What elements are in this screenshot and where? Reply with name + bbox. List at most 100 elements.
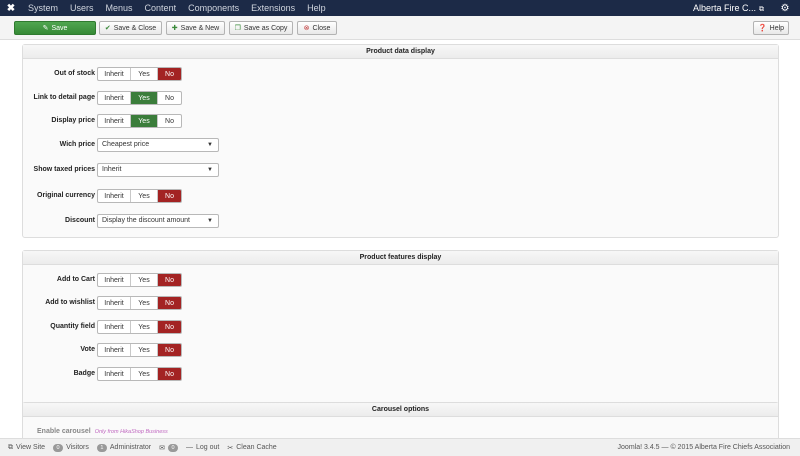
administrator-status[interactable]: 1 Administrator (96, 443, 152, 452)
vote-toggle[interactable]: Inherit Yes No (97, 343, 182, 357)
close-circle-icon: ⊗ (303, 25, 310, 32)
toggle-yes[interactable]: Yes (131, 274, 158, 286)
save-copy-button[interactable]: ❐ Save as Copy (229, 21, 293, 35)
administrator-label: Administrator (109, 444, 152, 451)
out-of-stock-toggle[interactable]: Inherit Yes No (97, 67, 182, 81)
envelope-icon: ✉ (159, 444, 165, 452)
menu-users[interactable]: Users (64, 0, 100, 16)
toggle-no[interactable]: No (158, 115, 181, 127)
row-add-to-wishlist: Add to wishlist Inherit Yes No (23, 296, 778, 310)
menu-help[interactable]: Help (301, 0, 332, 16)
product-features-title: Product features display (23, 251, 778, 265)
save-close-button[interactable]: ✔ Save & Close (99, 21, 162, 35)
display-price-toggle[interactable]: Inherit Yes No (97, 114, 182, 128)
menu-content[interactable]: Content (139, 0, 183, 16)
row-which-price: Wich price Cheapest price ▼ (23, 138, 778, 152)
quantity-field-label: Quantity field (50, 323, 95, 330)
toggle-no[interactable]: No (158, 274, 181, 286)
product-data-title: Product data display (23, 45, 778, 59)
toggle-no[interactable]: No (158, 368, 181, 380)
discount-select[interactable]: Display the discount amount ▼ (97, 214, 219, 228)
toggle-no[interactable]: No (158, 344, 181, 356)
row-badge: Badge Inherit Yes No (23, 367, 778, 381)
visitors-count-badge: 0 (53, 443, 64, 452)
view-site-link[interactable]: ⧉ View Site (8, 444, 45, 452)
add-to-wishlist-toggle[interactable]: Inherit Yes No (97, 296, 182, 310)
check-icon: ✔ (104, 25, 111, 32)
site-name-label: Alberta Fire C... (692, 2, 756, 13)
external-link-icon: ⧉ (8, 443, 13, 451)
toggle-inherit[interactable]: Inherit (98, 115, 131, 127)
toggle-yes[interactable]: Yes (131, 115, 158, 127)
toggle-yes[interactable]: Yes (131, 368, 158, 380)
toggle-no[interactable]: No (158, 190, 181, 202)
link-detail-toggle[interactable]: Inherit Yes No (97, 91, 182, 105)
row-display-price: Display price Inherit Yes No (23, 114, 778, 128)
log-out-link[interactable]: — Log out (186, 444, 219, 451)
toggle-inherit[interactable]: Inherit (98, 190, 131, 202)
which-price-select[interactable]: Cheapest price ▼ (97, 138, 219, 152)
gear-icon[interactable]: ⚙ (770, 0, 800, 16)
which-price-value: Cheapest price (102, 141, 150, 148)
site-name-link[interactable]: Alberta Fire C... ⧉ (693, 3, 770, 14)
caret-down-icon: ▼ (207, 167, 213, 173)
plus-icon: ✚ (171, 25, 178, 32)
row-show-taxed: Show taxed prices Inherit ▼ (23, 163, 778, 177)
badge-toggle[interactable]: Inherit Yes No (97, 367, 182, 381)
menu-system[interactable]: System (22, 0, 64, 16)
toggle-no[interactable]: No (158, 297, 181, 309)
menu-menus[interactable]: Menus (100, 0, 139, 16)
add-to-cart-label: Add to Cart (56, 276, 95, 283)
footer-copyright: Joomla! 3.4.5 — © 2015 Alberta Fire Chie… (617, 444, 790, 451)
save-button[interactable]: ✎ Save (14, 21, 96, 35)
clean-cache-link[interactable]: ✂ Clean Cache (227, 444, 276, 452)
original-currency-toggle[interactable]: Inherit Yes No (97, 189, 182, 203)
toggle-no[interactable]: No (158, 92, 181, 104)
save-new-button[interactable]: ✚ Save & New (166, 21, 225, 35)
toggle-inherit[interactable]: Inherit (98, 297, 131, 309)
broom-icon: ✂ (227, 444, 234, 452)
show-taxed-select[interactable]: Inherit ▼ (97, 163, 219, 177)
joomla-logo-icon[interactable]: ✖ (0, 0, 22, 16)
toggle-yes[interactable]: Yes (131, 321, 158, 333)
menu-extensions[interactable]: Extensions (245, 0, 301, 16)
product-data-panel: Product data display Out of stock Inheri… (22, 44, 779, 238)
toggle-yes[interactable]: Yes (131, 344, 158, 356)
menu-components[interactable]: Components (182, 0, 245, 16)
toggle-inherit[interactable]: Inherit (98, 92, 131, 104)
add-to-cart-toggle[interactable]: Inherit Yes No (97, 273, 182, 287)
row-out-of-stock: Out of stock Inherit Yes No (23, 67, 778, 81)
toggle-inherit[interactable]: Inherit (98, 344, 131, 356)
out-of-stock-label: Out of stock (54, 70, 95, 77)
toggle-inherit[interactable]: Inherit (98, 321, 131, 333)
main-menu: System Users Menus Content Components Ex… (22, 0, 332, 16)
toggle-inherit[interactable]: Inherit (98, 68, 131, 80)
close-label: Close (312, 24, 331, 32)
view-site-label: View Site (16, 444, 46, 451)
help-icon: ❓ (757, 25, 767, 32)
quantity-field-toggle[interactable]: Inherit Yes No (97, 320, 182, 334)
link-detail-label: Link to detail page (33, 94, 95, 101)
toggle-yes[interactable]: Yes (131, 190, 158, 202)
toggle-no[interactable]: No (158, 68, 181, 80)
add-to-wishlist-label: Add to wishlist (45, 299, 95, 306)
show-taxed-value: Inherit (102, 166, 122, 173)
close-button[interactable]: ⊗ Close (297, 21, 337, 35)
visitors-status[interactable]: 0 Visitors (53, 443, 89, 452)
save-label: Save (51, 24, 68, 32)
toggle-yes[interactable]: Yes (131, 297, 158, 309)
save-new-label: Save & New (180, 24, 220, 32)
messages-status[interactable]: ✉ 0 (159, 443, 178, 452)
clean-cache-label: Clean Cache (236, 444, 277, 451)
help-button[interactable]: ❓ Help (753, 21, 789, 35)
minus-icon: — (186, 444, 193, 451)
toggle-yes[interactable]: Yes (131, 92, 158, 104)
edit-icon: ✎ (42, 25, 49, 32)
row-quantity-field: Quantity field Inherit Yes No (23, 320, 778, 334)
row-enable-carousel: Enable carousel Only from HikaShop Busine… (23, 425, 778, 439)
log-out-label: Log out (196, 444, 220, 451)
toggle-no[interactable]: No (158, 321, 181, 333)
toggle-inherit[interactable]: Inherit (98, 274, 131, 286)
toggle-inherit[interactable]: Inherit (98, 368, 131, 380)
toggle-yes[interactable]: Yes (131, 68, 158, 80)
